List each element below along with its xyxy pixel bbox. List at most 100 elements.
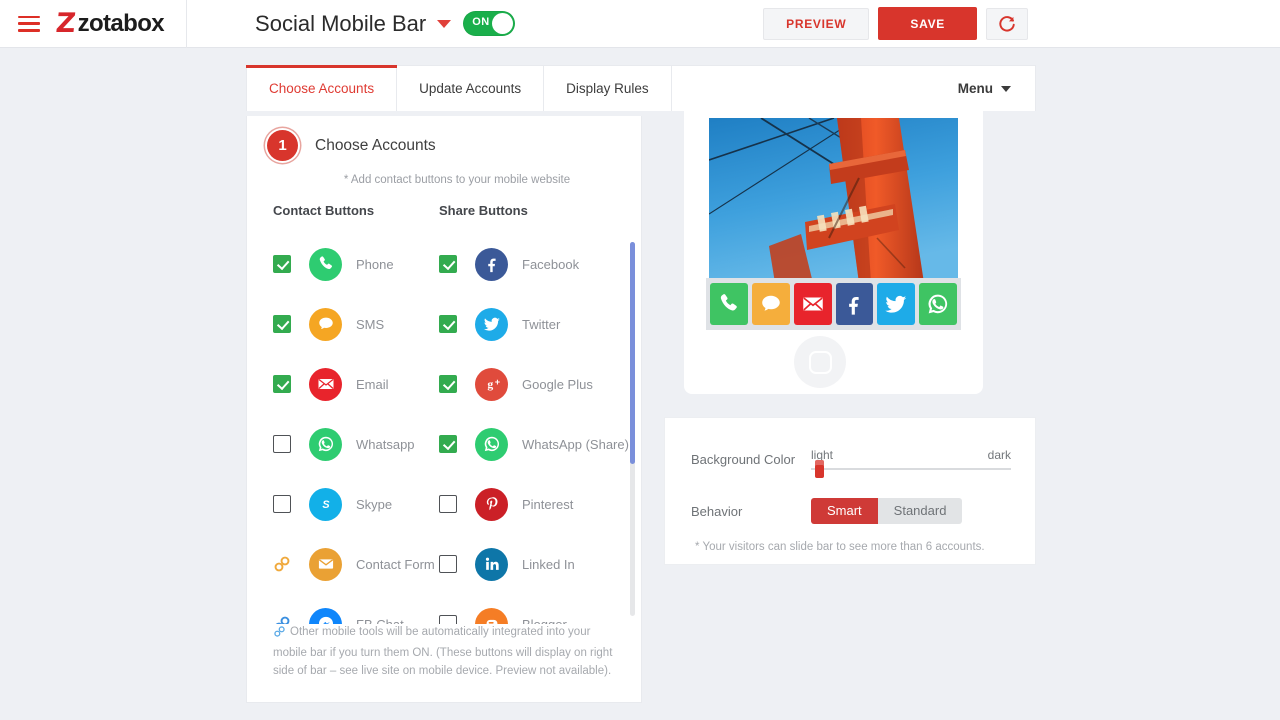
home-button-square xyxy=(808,350,832,374)
preview-sms-icon[interactable] xyxy=(751,283,790,325)
account-row: FB Chat xyxy=(273,594,439,624)
account-checkbox[interactable] xyxy=(273,255,291,273)
preview-twitter-icon[interactable] xyxy=(877,283,916,325)
mobile-tools-note-text: Other mobile tools will be automatically… xyxy=(273,626,613,677)
twitter-icon xyxy=(475,307,508,341)
behavior-option-smart[interactable]: Smart xyxy=(811,498,878,524)
whatsapp-icon xyxy=(309,427,342,461)
settings-panel: Background Color light dark Behavior Sma… xyxy=(664,417,1036,565)
tab-update-accounts[interactable]: Update Accounts xyxy=(397,66,545,111)
column-header-share: Share Buttons xyxy=(439,203,528,218)
mobile-preview xyxy=(684,110,983,394)
toggle-knob xyxy=(492,13,514,34)
account-row: Twitter xyxy=(439,294,605,354)
tab-bar: Choose Accounts Update Accounts Display … xyxy=(245,65,1036,111)
account-checkbox[interactable] xyxy=(439,255,457,273)
chevron-down-icon[interactable] xyxy=(437,19,452,28)
account-label: Contact Form xyxy=(356,556,435,572)
tab-label: Update Accounts xyxy=(419,81,522,96)
sms-icon xyxy=(309,307,342,341)
menu-dropdown[interactable]: Menu xyxy=(944,66,1035,111)
link-icon[interactable] xyxy=(273,555,291,573)
whatsapp-icon xyxy=(475,427,508,461)
account-checkbox[interactable] xyxy=(439,375,457,393)
account-row: Blogger xyxy=(439,594,605,624)
behavior-label: Behavior xyxy=(691,503,743,519)
account-checkbox[interactable] xyxy=(439,555,457,573)
account-row: Pinterest xyxy=(439,474,605,534)
settings-note: * Your visitors can slide bar to see mor… xyxy=(695,541,985,553)
tab-choose-accounts[interactable]: Choose Accounts xyxy=(245,65,398,111)
account-row: g + Google Plus xyxy=(439,354,605,414)
caret-down-icon xyxy=(1001,85,1011,92)
facebook-icon xyxy=(475,247,508,281)
account-checkbox[interactable] xyxy=(273,315,291,333)
save-button[interactable]: SAVE xyxy=(878,7,977,40)
account-label: Google Plus xyxy=(522,376,593,392)
account-row: S Skype xyxy=(273,474,439,534)
fb-chat-icon xyxy=(309,607,342,624)
svg-text:+: + xyxy=(494,377,499,387)
top-bar: Z zotabox Social Mobile Bar ON PREVIEW S… xyxy=(0,0,1280,48)
account-checkbox[interactable] xyxy=(273,375,291,393)
mobile-tools-note: Other mobile tools will be automatically… xyxy=(273,623,619,680)
svg-text:g: g xyxy=(487,378,493,391)
slider-handle[interactable] xyxy=(814,460,824,478)
widget-enable-toggle[interactable]: ON xyxy=(463,11,516,36)
column-header-contact: Contact Buttons xyxy=(273,203,375,218)
account-label: Pinterest xyxy=(522,496,574,512)
behavior-segmented-control: Smart Standard xyxy=(811,498,963,524)
title-group: Social Mobile Bar ON xyxy=(255,10,516,37)
account-label: Phone xyxy=(356,256,394,272)
step-header: 1 Choose Accounts xyxy=(247,116,641,161)
top-actions: PREVIEW SAVE xyxy=(763,7,1028,40)
step-title: Choose Accounts xyxy=(315,136,436,154)
background-color-label: Background Color xyxy=(691,451,796,467)
page-title: Social Mobile Bar xyxy=(255,10,427,36)
behavior-option-standard[interactable]: Standard xyxy=(877,498,963,524)
preview-facebook-icon[interactable] xyxy=(835,283,874,325)
preview-phone-icon[interactable] xyxy=(710,283,748,325)
refresh-button[interactable] xyxy=(986,7,1028,40)
list-scrollbar-track[interactable] xyxy=(630,242,635,616)
background-color-slider[interactable]: light dark xyxy=(811,448,1011,478)
menu-label: Menu xyxy=(957,81,993,96)
list-scrollbar-thumb[interactable] xyxy=(630,242,635,464)
brand-logo[interactable]: Z zotabox xyxy=(54,0,188,48)
account-row: SMS xyxy=(273,294,439,354)
account-row: Linked In xyxy=(439,534,605,594)
home-button-icon[interactable] xyxy=(794,336,846,388)
brand-mark-icon: Z xyxy=(54,8,78,39)
hamburger-line xyxy=(18,29,40,32)
account-label: SMS xyxy=(356,316,385,332)
account-row: Phone xyxy=(273,234,439,294)
brand-name: zotabox xyxy=(77,9,165,37)
email-icon xyxy=(309,367,342,401)
preview-photo xyxy=(709,118,958,283)
slider-max-label: dark xyxy=(987,448,1011,462)
account-label: Twitter xyxy=(522,316,561,332)
account-checkbox[interactable] xyxy=(273,435,291,453)
preview-whatsapp-icon[interactable] xyxy=(919,283,957,325)
account-row: Email xyxy=(273,354,439,414)
tab-display-rules[interactable]: Display Rules xyxy=(544,66,672,111)
slider-rail[interactable] xyxy=(811,460,1011,478)
preview-email-icon[interactable] xyxy=(793,283,832,325)
phone-icon xyxy=(309,247,342,281)
pinterest-icon xyxy=(475,487,508,521)
column-headers: Contact Buttons Share Buttons xyxy=(247,203,641,218)
account-checkbox[interactable] xyxy=(439,435,457,453)
account-checkbox[interactable] xyxy=(439,315,457,333)
account-checkbox[interactable] xyxy=(439,495,457,513)
account-checkbox[interactable] xyxy=(273,495,291,513)
preview-button[interactable]: PREVIEW xyxy=(763,7,870,40)
account-row: Contact Form xyxy=(273,534,439,594)
google-plus-icon: g + xyxy=(475,367,508,401)
svg-text:S: S xyxy=(322,499,330,511)
skype-icon: S xyxy=(309,487,342,521)
account-row: Whatsapp xyxy=(273,414,439,474)
background-color-row: Background Color light dark xyxy=(665,448,1035,478)
hamburger-icon[interactable] xyxy=(18,15,40,32)
contact-buttons-column: Phone SMS Email Whatsapp S Skype Contact Form F… xyxy=(273,234,439,624)
accounts-columns: Phone SMS Email Whatsapp S Skype Contact Form F… xyxy=(273,234,629,624)
